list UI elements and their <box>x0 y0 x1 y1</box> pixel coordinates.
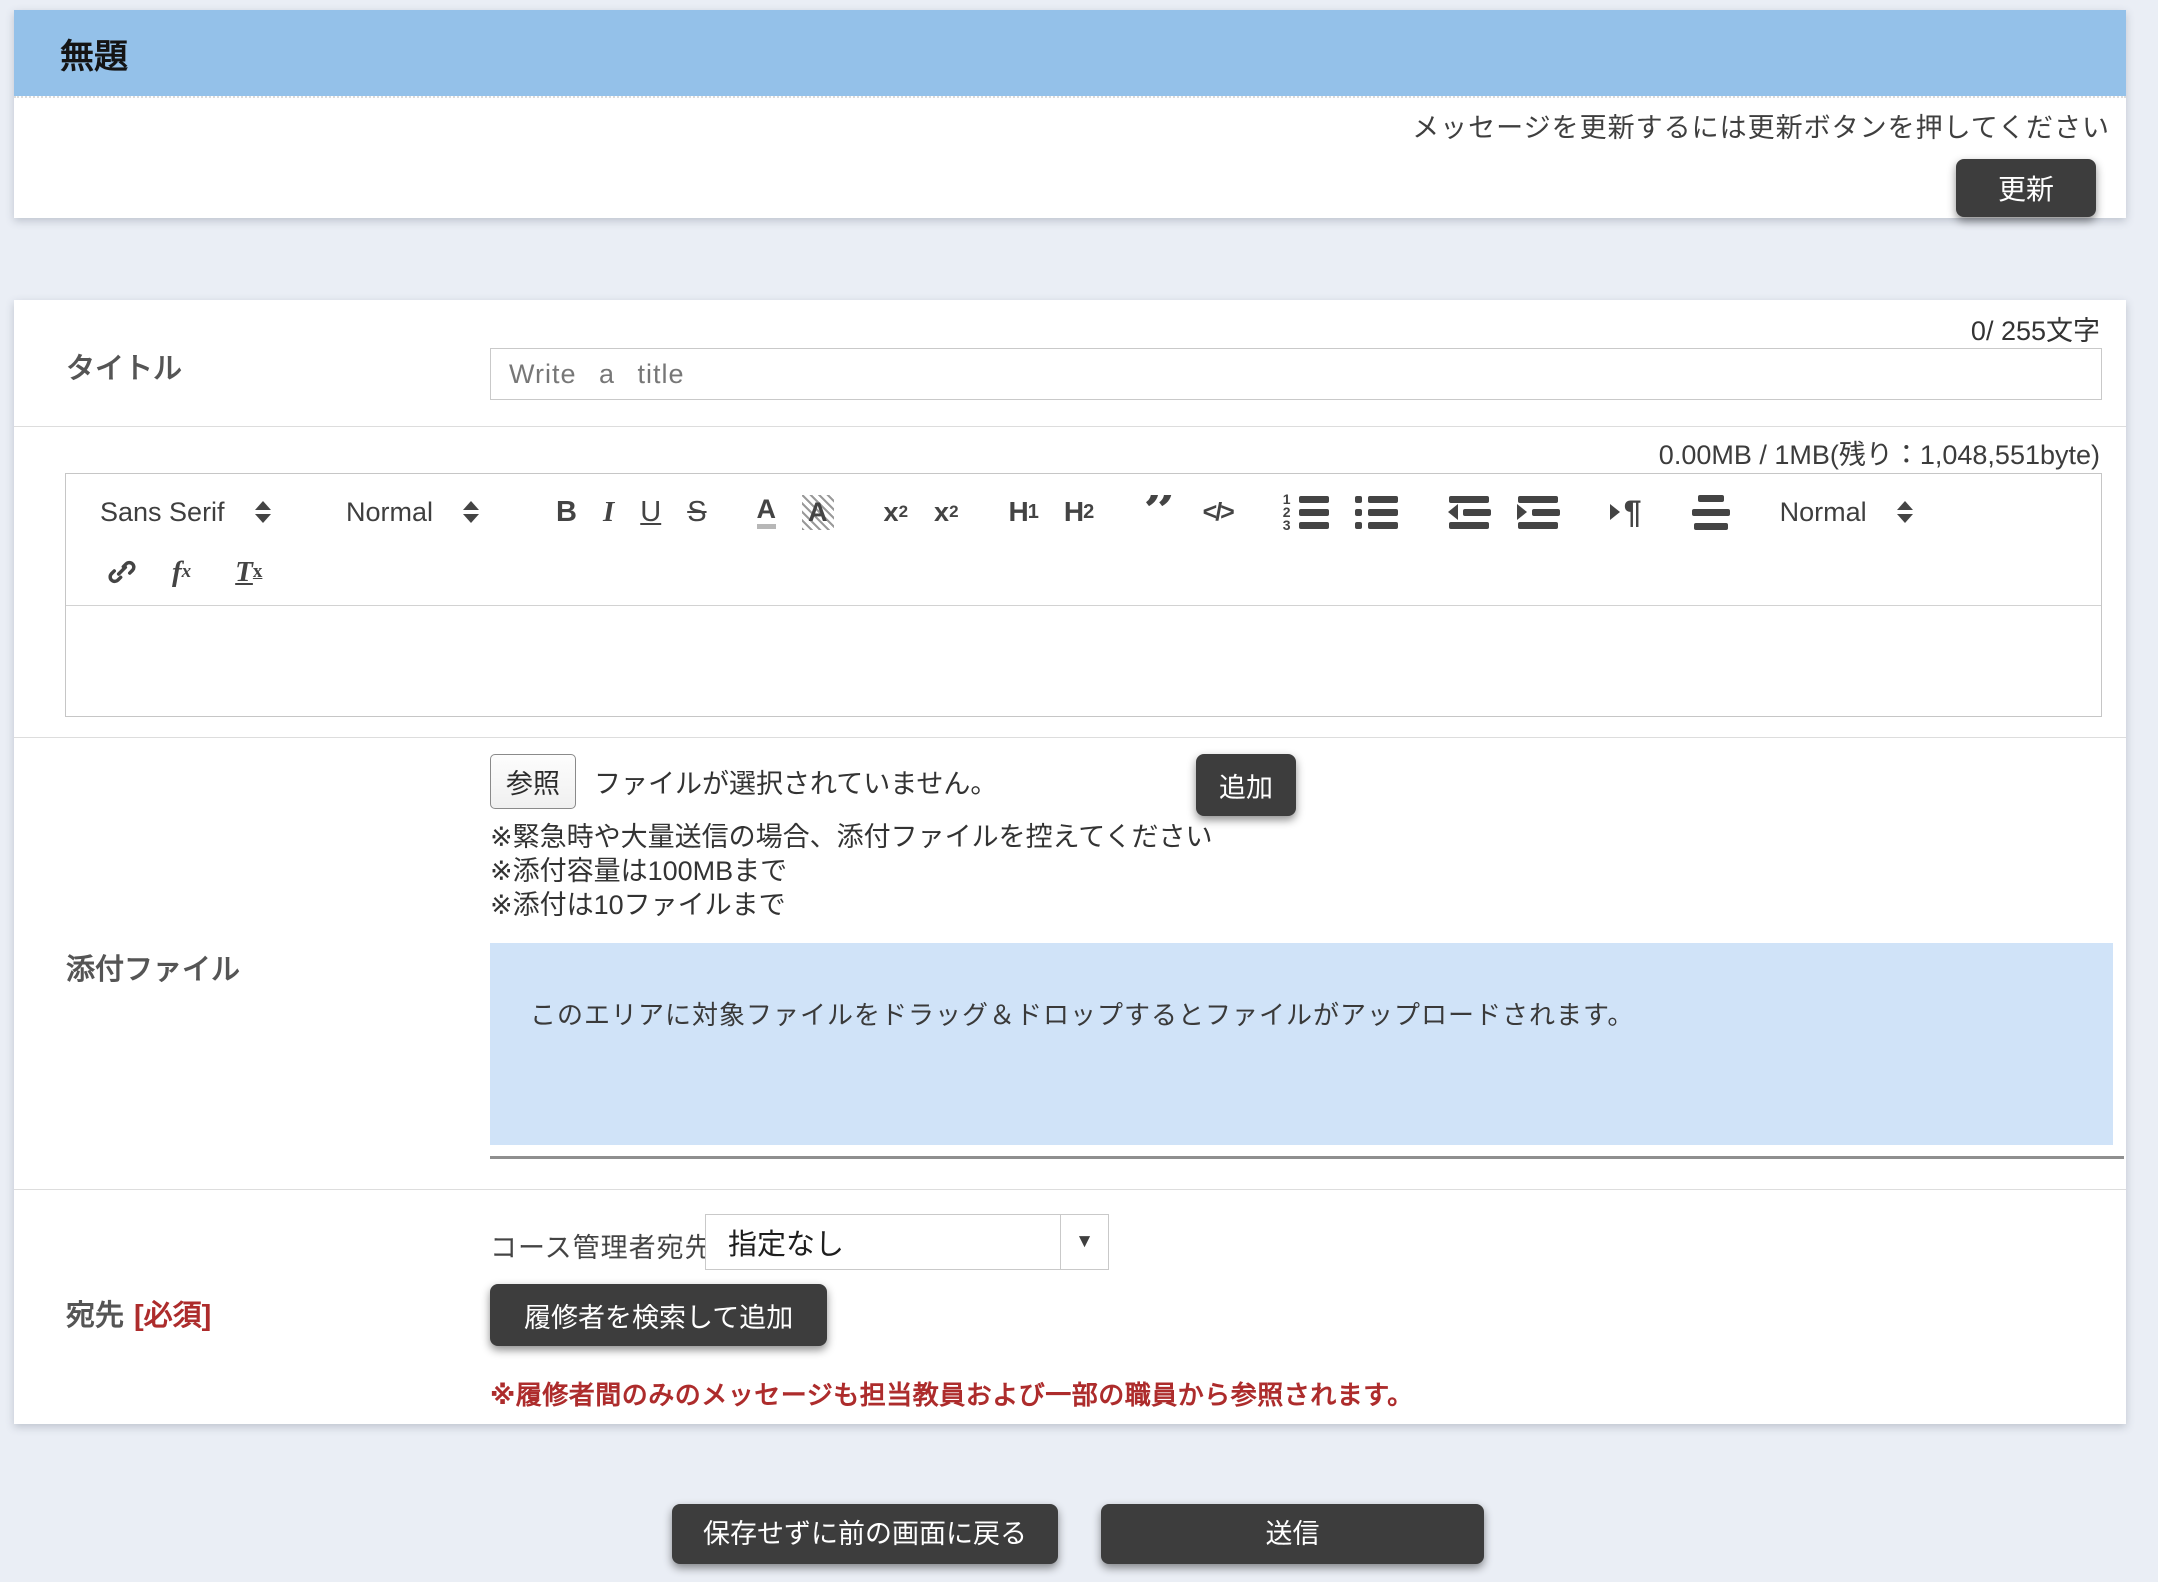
message-form-panel: 0/ 255文字 タイトル 0.00MB / 1MB(残り：1,048,551b… <box>14 300 2126 1424</box>
message-title-bar: 無題 <box>14 10 2126 96</box>
browse-file-button[interactable]: 参照 <box>490 754 576 809</box>
clean-format-icon[interactable]: Tx <box>235 556 262 589</box>
text-align-icon[interactable] <box>1692 495 1730 530</box>
ordered-list-icon[interactable] <box>1283 496 1329 529</box>
recipient-label: 宛先[必須] <box>66 1292 211 1334</box>
file-select-row: 参照 ファイルが選択されていません。 <box>490 754 997 809</box>
attachment-note-3: ※添付は10ファイルまで <box>490 888 1212 922</box>
attachment-notes: ※緊急時や大量送信の場合、添付ファイルを控えてください ※添付容量は100MBま… <box>490 820 1212 922</box>
underline-icon[interactable]: U <box>640 496 661 529</box>
title-input[interactable] <box>490 348 2102 400</box>
attachment-note-1: ※緊急時や大量送信の場合、添付ファイルを控えてください <box>490 820 1212 854</box>
required-badge: [必須] <box>134 1300 211 1332</box>
back-without-save-button[interactable]: 保存せずに前の画面に戻る <box>672 1504 1058 1564</box>
dropzone-text: このエリアに対象ファイルをドラッグ＆ドロップするとファイルがアップロードされます… <box>530 1000 1634 1030</box>
toolbar-row-1: Sans Serif Normal B I U S A A x2 x2 H1 <box>100 482 2101 542</box>
title-char-counter: 0/ 255文字 <box>1971 309 2100 348</box>
formula-icon[interactable]: fx <box>172 556 191 589</box>
dropdown-arrow-icon[interactable]: ▼ <box>1060 1215 1108 1269</box>
bullet-list-icon[interactable] <box>1355 496 1398 529</box>
title-row: 0/ 255文字 タイトル <box>14 300 2126 427</box>
header-body: メッセージを更新するには更新ボタンを押してください 更新 <box>14 96 2126 217</box>
line-height-dropdown[interactable]: Normal <box>1780 497 1948 528</box>
font-family-dropdown[interactable]: Sans Serif <box>100 497 296 528</box>
font-family-value: Sans Serif <box>100 497 225 528</box>
line-height-value: Normal <box>1780 497 1867 528</box>
update-button[interactable]: 更新 <box>1956 159 2096 217</box>
code-block-icon[interactable]: </> <box>1203 498 1233 527</box>
course-admin-select[interactable]: 指定なし ▼ <box>705 1214 1109 1270</box>
attachment-row: 添付ファイル 参照 ファイルが選択されていません。 追加 ※緊急時や大量送信の場… <box>14 738 2126 1190</box>
bold-icon[interactable]: B <box>556 496 577 529</box>
file-dropzone[interactable]: このエリアに対象ファイルをドラッグ＆ドロップするとファイルがアップロードされます… <box>490 943 2113 1145</box>
page-title: 無題 <box>60 29 128 78</box>
editor-toolbar: Sans Serif Normal B I U S A A x2 x2 H1 <box>66 474 2101 606</box>
italic-icon[interactable]: I <box>603 496 614 529</box>
text-color-icon[interactable]: A <box>757 495 777 528</box>
editor-row: 0.00MB / 1MB(残り：1,048,551byte) Sans Seri… <box>14 427 2126 738</box>
course-admin-selected-value: 指定なし <box>706 1221 1060 1263</box>
paragraph-style-dropdown[interactable]: Normal <box>346 497 506 528</box>
link-icon[interactable] <box>106 556 138 588</box>
no-file-selected-text: ファイルが選択されていません。 <box>594 762 997 801</box>
toolbar-row-2: fx Tx <box>100 542 2101 602</box>
send-button[interactable]: 送信 <box>1101 1504 1484 1564</box>
editor-content-area[interactable] <box>66 606 2101 716</box>
background-color-icon[interactable]: A <box>802 495 834 530</box>
chevron-updown-icon <box>255 501 271 523</box>
chevron-updown-icon <box>1897 501 1913 523</box>
add-attachment-button[interactable]: 追加 <box>1196 754 1296 816</box>
search-students-button[interactable]: 履修者を検索して追加 <box>490 1284 827 1346</box>
course-admin-label: コース管理者宛先 <box>490 1226 713 1265</box>
paragraph-style-value: Normal <box>346 497 433 528</box>
attachment-note-2: ※添付容量は100MBまで <box>490 854 1212 888</box>
strikethrough-icon[interactable]: S <box>687 496 706 529</box>
header-2-icon[interactable]: H2 <box>1064 496 1093 528</box>
attachment-label: 添付ファイル <box>66 946 240 988</box>
rich-text-editor: Sans Serif Normal B I U S A A x2 x2 H1 <box>65 473 2102 717</box>
indent-icon[interactable] <box>1517 496 1560 529</box>
blockquote-icon[interactable]: ” <box>1143 495 1176 529</box>
header-1-icon[interactable]: H1 <box>1009 496 1038 528</box>
title-label: タイトル <box>66 345 182 387</box>
outdent-icon[interactable] <box>1448 496 1491 529</box>
subscript-icon[interactable]: x2 <box>884 497 909 528</box>
header-panel: 無題 メッセージを更新するには更新ボタンを押してください 更新 <box>14 10 2126 218</box>
recipient-row: コース管理者宛先 指定なし ▼ 宛先[必須] 履修者を検索して追加 ※履修者間の… <box>14 1190 2126 1424</box>
update-hint-text: メッセージを更新するには更新ボタンを押してください <box>14 106 2110 145</box>
text-direction-icon[interactable]: ¶ <box>1610 494 1642 531</box>
recipient-note: ※履修者間のみのメッセージも担当教員および一部の職員から参照されます。 <box>490 1375 1414 1412</box>
chevron-updown-icon <box>463 501 479 523</box>
divider <box>490 1156 2124 1159</box>
editor-size-info: 0.00MB / 1MB(残り：1,048,551byte) <box>1659 433 2100 472</box>
superscript-icon[interactable]: x2 <box>934 497 959 528</box>
